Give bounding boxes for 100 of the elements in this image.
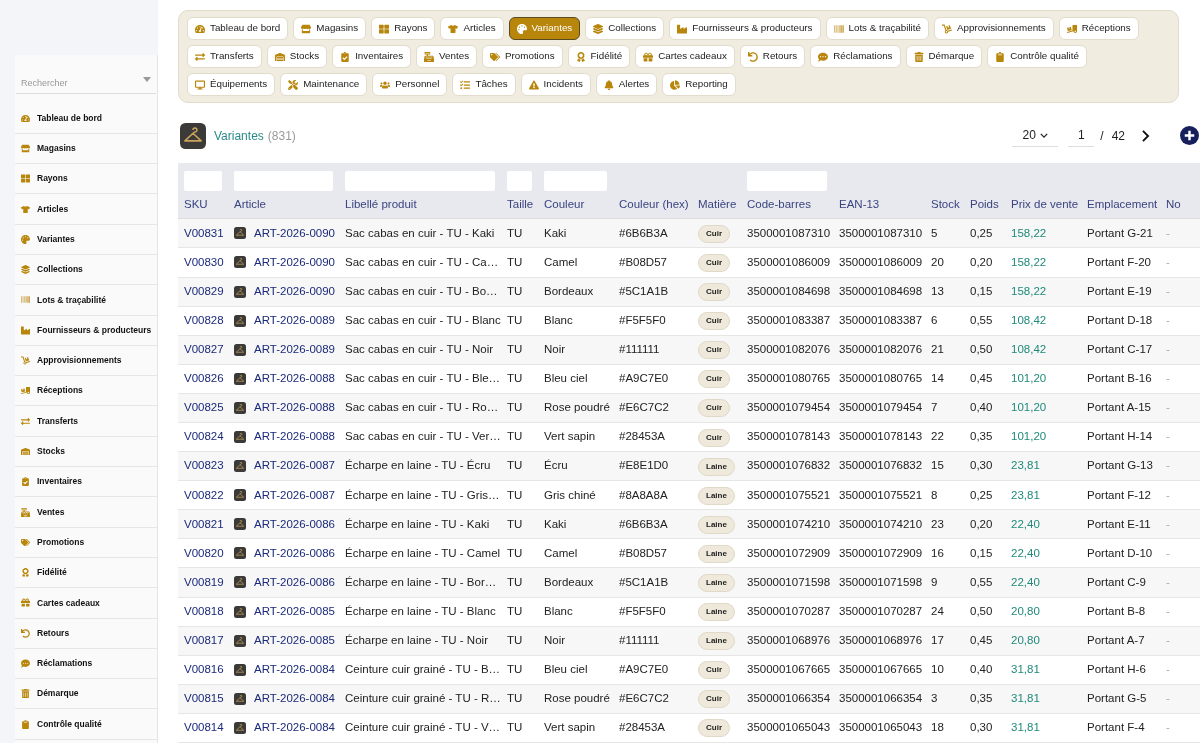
nav-tab[interactable]: Retours: [739, 45, 806, 68]
add-icon[interactable]: [1180, 126, 1199, 146]
column-header[interactable]: No: [1166, 197, 1181, 210]
next-page-icon[interactable]: [1141, 129, 1150, 142]
nav-tab[interactable]: Rayons: [371, 17, 436, 40]
article-link[interactable]: ART-2026-0090: [254, 253, 335, 272]
sku-link[interactable]: V00828: [184, 314, 224, 326]
column-header[interactable]: Stock: [931, 197, 960, 210]
sku-link[interactable]: V00831: [184, 226, 224, 239]
sidebar-item[interactable]: Magasins: [15, 133, 157, 165]
sidebar-item[interactable]: Réceptions: [15, 376, 157, 407]
column-header[interactable]: Prix de vente: [1011, 197, 1079, 210]
column-header[interactable]: Taille: [507, 197, 534, 210]
article-link[interactable]: ART-2026-0084: [254, 661, 335, 679]
sku-link[interactable]: V00818: [184, 604, 224, 617]
nav-tab[interactable]: Démarque: [905, 45, 983, 68]
sku-link[interactable]: V00826: [184, 372, 224, 385]
article-link[interactable]: ART-2026-0084: [254, 719, 335, 737]
article-link[interactable]: ART-2026-0084: [254, 690, 335, 708]
article-link[interactable]: ART-2026-0087: [254, 486, 335, 504]
nav-tab[interactable]: Lots & traçabilité: [825, 17, 929, 40]
article-link[interactable]: ART-2026-0088: [254, 428, 335, 446]
article-link[interactable]: ART-2026-0085: [254, 632, 335, 650]
nav-tab[interactable]: Tâches: [452, 73, 516, 96]
article-link[interactable]: ART-2026-0090: [254, 224, 335, 242]
article-link[interactable]: ART-2026-0086: [254, 544, 335, 562]
sku-link[interactable]: V00829: [184, 284, 224, 297]
sidebar-item[interactable]: Variantes: [15, 224, 157, 255]
nav-tab[interactable]: Promotions: [482, 45, 563, 68]
nav-tab[interactable]: Transferts: [187, 45, 262, 68]
nav-tab[interactable]: Alertes: [595, 73, 658, 96]
search-field[interactable]: Rechercher: [16, 73, 156, 94]
article-link[interactable]: ART-2026-0089: [254, 341, 335, 359]
nav-tab[interactable]: Personnel: [372, 73, 448, 96]
sidebar-item[interactable]: Tableau de bord: [15, 103, 157, 134]
article-link[interactable]: ART-2026-0086: [254, 515, 335, 533]
column-header[interactable]: SKU: [184, 197, 208, 210]
nav-tab[interactable]: Contrôle qualité: [987, 45, 1087, 68]
article-link[interactable]: ART-2026-0086: [254, 573, 335, 592]
sku-link[interactable]: V00814: [184, 721, 224, 734]
column-header[interactable]: EAN-13: [839, 197, 880, 210]
sidebar-item[interactable]: Retours: [15, 618, 157, 649]
sidebar-item[interactable]: Lots & traçabilité: [15, 285, 157, 316]
sku-link[interactable]: V00819: [184, 575, 224, 588]
article-link[interactable]: ART-2026-0088: [254, 370, 335, 388]
sku-link[interactable]: V00825: [184, 401, 224, 414]
column-header[interactable]: Article: [234, 197, 266, 210]
nav-tab[interactable]: Réclamations: [810, 45, 901, 68]
sku-link[interactable]: V00823: [184, 459, 224, 472]
article-link[interactable]: ART-2026-0085: [254, 602, 335, 621]
sidebar-item[interactable]: Approvisionnements: [15, 345, 157, 377]
nav-tab[interactable]: Réceptions: [1058, 17, 1139, 40]
sku-link[interactable]: V00815: [184, 692, 224, 705]
sidebar-item[interactable]: Ventes: [15, 497, 157, 528]
nav-tab[interactable]: Cartes cadeaux: [635, 45, 735, 68]
column-header[interactable]: Emplacement: [1087, 197, 1158, 210]
nav-tab[interactable]: Ventes: [416, 45, 478, 68]
nav-tab[interactable]: Équipements: [187, 73, 276, 96]
sidebar-item[interactable]: Démarque: [15, 679, 157, 710]
sku-link[interactable]: V00816: [184, 663, 224, 676]
sidebar-item[interactable]: Promotions: [15, 527, 157, 558]
page-input[interactable]: 1: [1068, 124, 1095, 147]
sidebar-item[interactable]: Rayons: [15, 164, 157, 195]
sku-link[interactable]: V00820: [184, 546, 224, 559]
article-link[interactable]: ART-2026-0089: [254, 312, 335, 330]
nav-tab[interactable]: Maintenance: [280, 73, 368, 96]
sidebar-item[interactable]: Contrôle qualité: [15, 709, 157, 740]
nav-tab[interactable]: Reporting: [662, 73, 736, 96]
nav-tab[interactable]: Inventaires: [332, 45, 412, 68]
sku-link[interactable]: V00827: [184, 343, 224, 356]
sidebar-item[interactable]: Réclamations: [15, 648, 157, 680]
sidebar-item[interactable]: Articles: [15, 194, 157, 225]
column-header[interactable]: Code-barres: [747, 197, 811, 210]
sku-link[interactable]: V00817: [184, 634, 224, 647]
nav-tab[interactable]: Stocks: [266, 45, 328, 68]
article-link[interactable]: ART-2026-0088: [254, 399, 335, 417]
sidebar-item[interactable]: Transferts: [15, 406, 157, 437]
sku-link[interactable]: V00824: [184, 430, 224, 443]
nav-tab[interactable]: Articles: [440, 17, 504, 40]
sidebar-item[interactable]: Inventaires: [15, 467, 157, 498]
sidebar-item[interactable]: Fournisseurs & producteurs: [15, 315, 157, 346]
nav-tab[interactable]: Approvisionnements: [933, 17, 1054, 40]
column-header[interactable]: Libellé produit: [345, 197, 417, 210]
sidebar-item[interactable]: Stocks: [15, 436, 157, 468]
column-header[interactable]: Couleur: [544, 197, 585, 210]
article-link[interactable]: ART-2026-0087: [254, 457, 335, 475]
sku-link[interactable]: V00830: [184, 255, 224, 268]
article-link[interactable]: ART-2026-0090: [254, 282, 335, 301]
nav-tab[interactable]: Fidélité: [567, 45, 631, 68]
sidebar-item[interactable]: Fidélité: [15, 557, 157, 589]
sku-link[interactable]: V00821: [184, 517, 224, 530]
sidebar-item[interactable]: Cartes cadeaux: [15, 588, 157, 619]
page-size-select[interactable]: 20: [1012, 124, 1059, 147]
nav-tab[interactable]: Magasins: [293, 17, 367, 40]
nav-tab[interactable]: Fournisseurs & producteurs: [669, 17, 821, 40]
nav-tab[interactable]: Collections: [585, 17, 665, 40]
sku-link[interactable]: V00822: [184, 488, 224, 501]
column-header[interactable]: Poids: [970, 197, 999, 210]
column-header[interactable]: Couleur (hex): [619, 197, 689, 210]
nav-tab[interactable]: Incidents: [520, 73, 591, 96]
